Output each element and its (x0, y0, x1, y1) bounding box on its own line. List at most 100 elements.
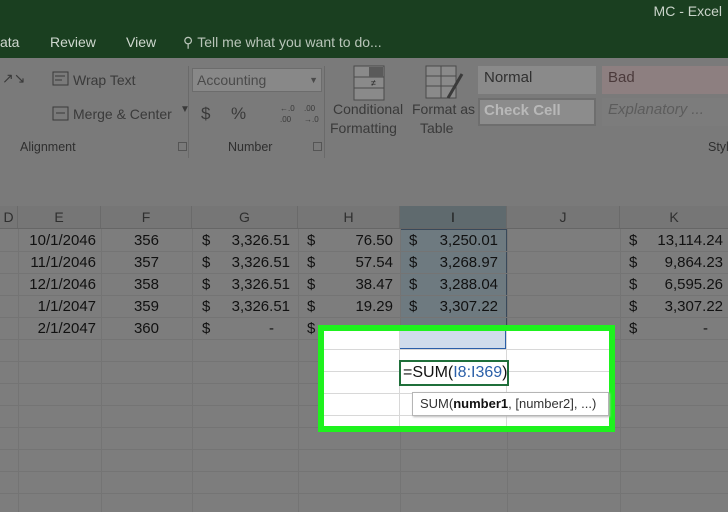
format-as-table-label-2[interactable]: Table (420, 120, 453, 136)
formula-suffix: ) (502, 364, 508, 381)
cell-currency: $ (409, 254, 418, 271)
svg-text:←.0: ←.0 (280, 104, 295, 113)
cell-e[interactable]: 12/1/2046 (20, 276, 96, 293)
decimal-adjust-icon[interactable]: ←.0 .00 .00 →.0 (280, 101, 328, 125)
svg-text:.00: .00 (304, 104, 316, 113)
number-launcher-icon[interactable] (313, 142, 322, 151)
cell-currency: $ (629, 298, 638, 315)
conditional-formatting-label-2[interactable]: Formatting (330, 120, 397, 136)
cell-currency: $ (409, 232, 418, 249)
function-tooltip: SUM(number1, [number2], ...) (412, 392, 609, 416)
cell-e[interactable]: 11/1/2046 (20, 254, 96, 271)
cell-g[interactable]: 3,326.51 (212, 298, 290, 315)
cell-g[interactable]: 3,326.51 (212, 276, 290, 293)
tooltip-arg-current: number1 (453, 396, 509, 411)
window-title: MC - Excel (653, 3, 722, 19)
svg-text:≠: ≠ (371, 78, 376, 88)
styles-group-label: Styl (708, 140, 728, 154)
tooltip-function: SUM( (420, 396, 454, 411)
column-header-g[interactable]: G (192, 206, 298, 228)
format-as-table-label[interactable]: Format as (412, 101, 475, 117)
merge-center-icon (52, 106, 69, 121)
cell-e[interactable]: 2/1/2047 (20, 320, 96, 337)
cell-f[interactable]: 360 (103, 320, 159, 337)
style-explanatory[interactable]: Explanatory ... (602, 98, 728, 126)
formula-prefix: =SUM( (403, 364, 454, 381)
merge-center-button[interactable]: Merge & Center (73, 106, 172, 122)
cell-h[interactable]: 76.50 (318, 232, 393, 249)
cell-i[interactable]: 3,268.97 (420, 254, 498, 271)
cell-currency: $ (409, 298, 418, 315)
column-header-e[interactable]: E (18, 206, 101, 228)
cell-e[interactable]: 10/1/2046 (20, 232, 96, 249)
active-cell[interactable]: =SUM(I8:I369) (399, 360, 509, 386)
grid-line (0, 493, 728, 494)
cell-f[interactable]: 359 (103, 298, 159, 315)
tab-data[interactable]: ata (0, 34, 19, 50)
cell-k[interactable]: 13,114.24 (640, 232, 723, 249)
tab-view[interactable]: View (126, 34, 156, 50)
cell-currency: $ (307, 298, 316, 315)
cell-currency: $ (307, 232, 316, 249)
cell-k[interactable]: - (640, 320, 708, 337)
style-check-cell[interactable]: Check Cell (478, 98, 596, 126)
style-bad[interactable]: Bad (602, 66, 728, 94)
cell-i[interactable]: 3,250.01 (420, 232, 498, 249)
column-header-k[interactable]: K (620, 206, 728, 228)
cell-currency: $ (202, 276, 211, 293)
cell-i[interactable]: 3,307.22 (420, 298, 498, 315)
cell-currency: $ (307, 320, 316, 337)
grid-line (0, 317, 728, 318)
cell-g[interactable]: - (212, 320, 274, 337)
svg-text:→.0: →.0 (304, 115, 319, 124)
cell-h[interactable]: 19.29 (318, 298, 393, 315)
cell-g[interactable]: 3,326.51 (212, 254, 290, 271)
grid-line (0, 251, 728, 252)
column-header-d[interactable]: D (0, 206, 18, 228)
column-header-j[interactable]: J (507, 206, 620, 228)
cell-currency: $ (629, 320, 638, 337)
tell-me-box[interactable]: ⚲ Tell me what you want to do... (183, 34, 382, 51)
cell-currency: $ (629, 254, 638, 271)
grid-line (101, 229, 102, 512)
cell-k[interactable]: 6,595.26 (640, 276, 723, 293)
column-headers: D E F G H I J K (0, 206, 728, 229)
cell-h[interactable]: 38.47 (318, 276, 393, 293)
cell-f[interactable]: 357 (103, 254, 159, 271)
svg-text:↗↘: ↗↘ (2, 70, 25, 86)
cell-k[interactable]: 3,307.22 (640, 298, 723, 315)
cell-f[interactable]: 358 (103, 276, 159, 293)
cell-i[interactable]: 3,288.04 (420, 276, 498, 293)
wrap-text-button[interactable]: Wrap Text (73, 72, 136, 88)
tooltip-text: SUM(number1, [number2], ...) (420, 396, 596, 411)
grid-line (0, 295, 728, 296)
cell-g[interactable]: 3,326.51 (212, 232, 290, 249)
grid-line (0, 449, 728, 450)
cell-currency: $ (202, 232, 211, 249)
lightbulb-icon: ⚲ (183, 34, 194, 50)
selected-range-i (399, 331, 506, 349)
conditional-formatting-label[interactable]: Conditional (333, 101, 403, 117)
cell-f[interactable]: 356 (103, 232, 159, 249)
orientation-icon[interactable]: ↗↘ (2, 68, 32, 88)
grid-line (324, 349, 609, 350)
group-separator (324, 66, 325, 158)
column-header-i[interactable]: I (400, 206, 507, 228)
cell-currency: $ (202, 298, 211, 315)
cell-k[interactable]: 9,864.23 (640, 254, 723, 271)
percent-button[interactable]: % (231, 104, 246, 124)
alignment-launcher-icon[interactable] (178, 142, 187, 151)
currency-button[interactable]: $ (201, 104, 210, 124)
style-normal[interactable]: Normal (478, 66, 596, 94)
grid-line (620, 229, 621, 512)
cell-currency: $ (202, 254, 211, 271)
column-header-f[interactable]: F (101, 206, 192, 228)
cell-h[interactable]: 57.54 (318, 254, 393, 271)
cell-currency: $ (307, 254, 316, 271)
cell-e[interactable]: 1/1/2047 (20, 298, 96, 315)
column-header-h[interactable]: H (298, 206, 400, 228)
tab-review[interactable]: Review (50, 34, 96, 50)
number-format-select[interactable]: Accounting ▼ (192, 68, 322, 92)
formula-entry[interactable]: =SUM(I8:I369) (403, 364, 508, 382)
tooltip-args-rest: , [number2], ...) (508, 396, 597, 411)
